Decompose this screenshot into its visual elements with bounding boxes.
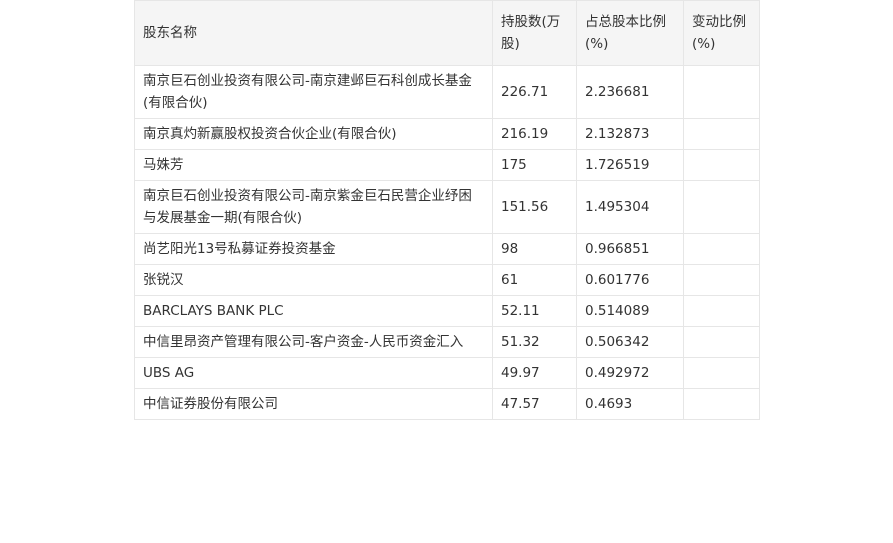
cell-change	[683, 388, 760, 420]
cell-change	[683, 233, 760, 265]
cell-shareholder-name: 中信里昂资产管理有限公司-客户资金-人民币资金汇入	[134, 326, 493, 358]
table-row: 马姝芳 175 1.726519	[134, 149, 760, 181]
cell-shareholder-name: 南京巨石创业投资有限公司-南京紫金巨石民营企业纾困与发展基金一期(有限合伙)	[134, 180, 493, 234]
cell-ratio: 2.236681	[576, 65, 684, 119]
header-change: 变动比例(%)	[683, 0, 760, 66]
cell-shareholder-name: 尚艺阳光13号私募证券投资基金	[134, 233, 493, 265]
cell-shareholder-name: UBS AG	[134, 357, 493, 389]
cell-ratio: 2.132873	[576, 118, 684, 150]
cell-ratio: 0.506342	[576, 326, 684, 358]
cell-shareholder-name: 南京真灼新赢股权投资合伙企业(有限合伙)	[134, 118, 493, 150]
table-row: UBS AG 49.97 0.492972	[134, 357, 760, 389]
cell-change	[683, 326, 760, 358]
table-row: 张锐汉 61 0.601776	[134, 264, 760, 296]
cell-ratio: 0.601776	[576, 264, 684, 296]
cell-shares: 51.32	[492, 326, 577, 358]
cell-shares: 216.19	[492, 118, 577, 150]
cell-change	[683, 357, 760, 389]
cell-shareholder-name: 马姝芳	[134, 149, 493, 181]
table-row: 尚艺阳光13号私募证券投资基金 98 0.966851	[134, 233, 760, 265]
cell-shares: 98	[492, 233, 577, 265]
table-row: 南京巨石创业投资有限公司-南京紫金巨石民营企业纾困与发展基金一期(有限合伙) 15…	[134, 180, 760, 234]
table-row: 中信里昂资产管理有限公司-客户资金-人民币资金汇入 51.32 0.506342	[134, 326, 760, 358]
cell-shares: 175	[492, 149, 577, 181]
cell-change	[683, 65, 760, 119]
cell-shares: 52.11	[492, 295, 577, 327]
cell-shares: 61	[492, 264, 577, 296]
cell-shares: 151.56	[492, 180, 577, 234]
table-header-row: 股东名称 持股数(万股) 占总股本比例(%) 变动比例(%)	[134, 0, 760, 66]
cell-shares: 49.97	[492, 357, 577, 389]
table-row: 南京真灼新赢股权投资合伙企业(有限合伙) 216.19 2.132873	[134, 118, 760, 150]
table-row: 中信证券股份有限公司 47.57 0.4693	[134, 388, 760, 420]
cell-change	[683, 149, 760, 181]
table-row: 南京巨石创业投资有限公司-南京建邺巨石科创成长基金(有限合伙) 226.71 2.2…	[134, 65, 760, 119]
cell-ratio: 0.966851	[576, 233, 684, 265]
header-shareholder-name: 股东名称	[134, 0, 493, 66]
cell-shareholder-name: 南京巨石创业投资有限公司-南京建邺巨石科创成长基金(有限合伙)	[134, 65, 493, 119]
table-row: BARCLAYS BANK PLC 52.11 0.514089	[134, 295, 760, 327]
cell-ratio: 0.492972	[576, 357, 684, 389]
cell-shareholder-name: BARCLAYS BANK PLC	[134, 295, 493, 327]
cell-shares: 226.71	[492, 65, 577, 119]
cell-ratio: 1.495304	[576, 180, 684, 234]
header-ratio: 占总股本比例(%)	[576, 0, 684, 66]
cell-change	[683, 180, 760, 234]
header-shares: 持股数(万股)	[492, 0, 577, 66]
cell-ratio: 0.514089	[576, 295, 684, 327]
cell-shares: 47.57	[492, 388, 577, 420]
cell-shareholder-name: 张锐汉	[134, 264, 493, 296]
cell-change	[683, 118, 760, 150]
cell-ratio: 1.726519	[576, 149, 684, 181]
cell-change	[683, 295, 760, 327]
shareholders-table: 股东名称 持股数(万股) 占总股本比例(%) 变动比例(%) 南京巨石创业投资有…	[134, 0, 760, 420]
cell-change	[683, 264, 760, 296]
cell-shareholder-name: 中信证券股份有限公司	[134, 388, 493, 420]
cell-ratio: 0.4693	[576, 388, 684, 420]
